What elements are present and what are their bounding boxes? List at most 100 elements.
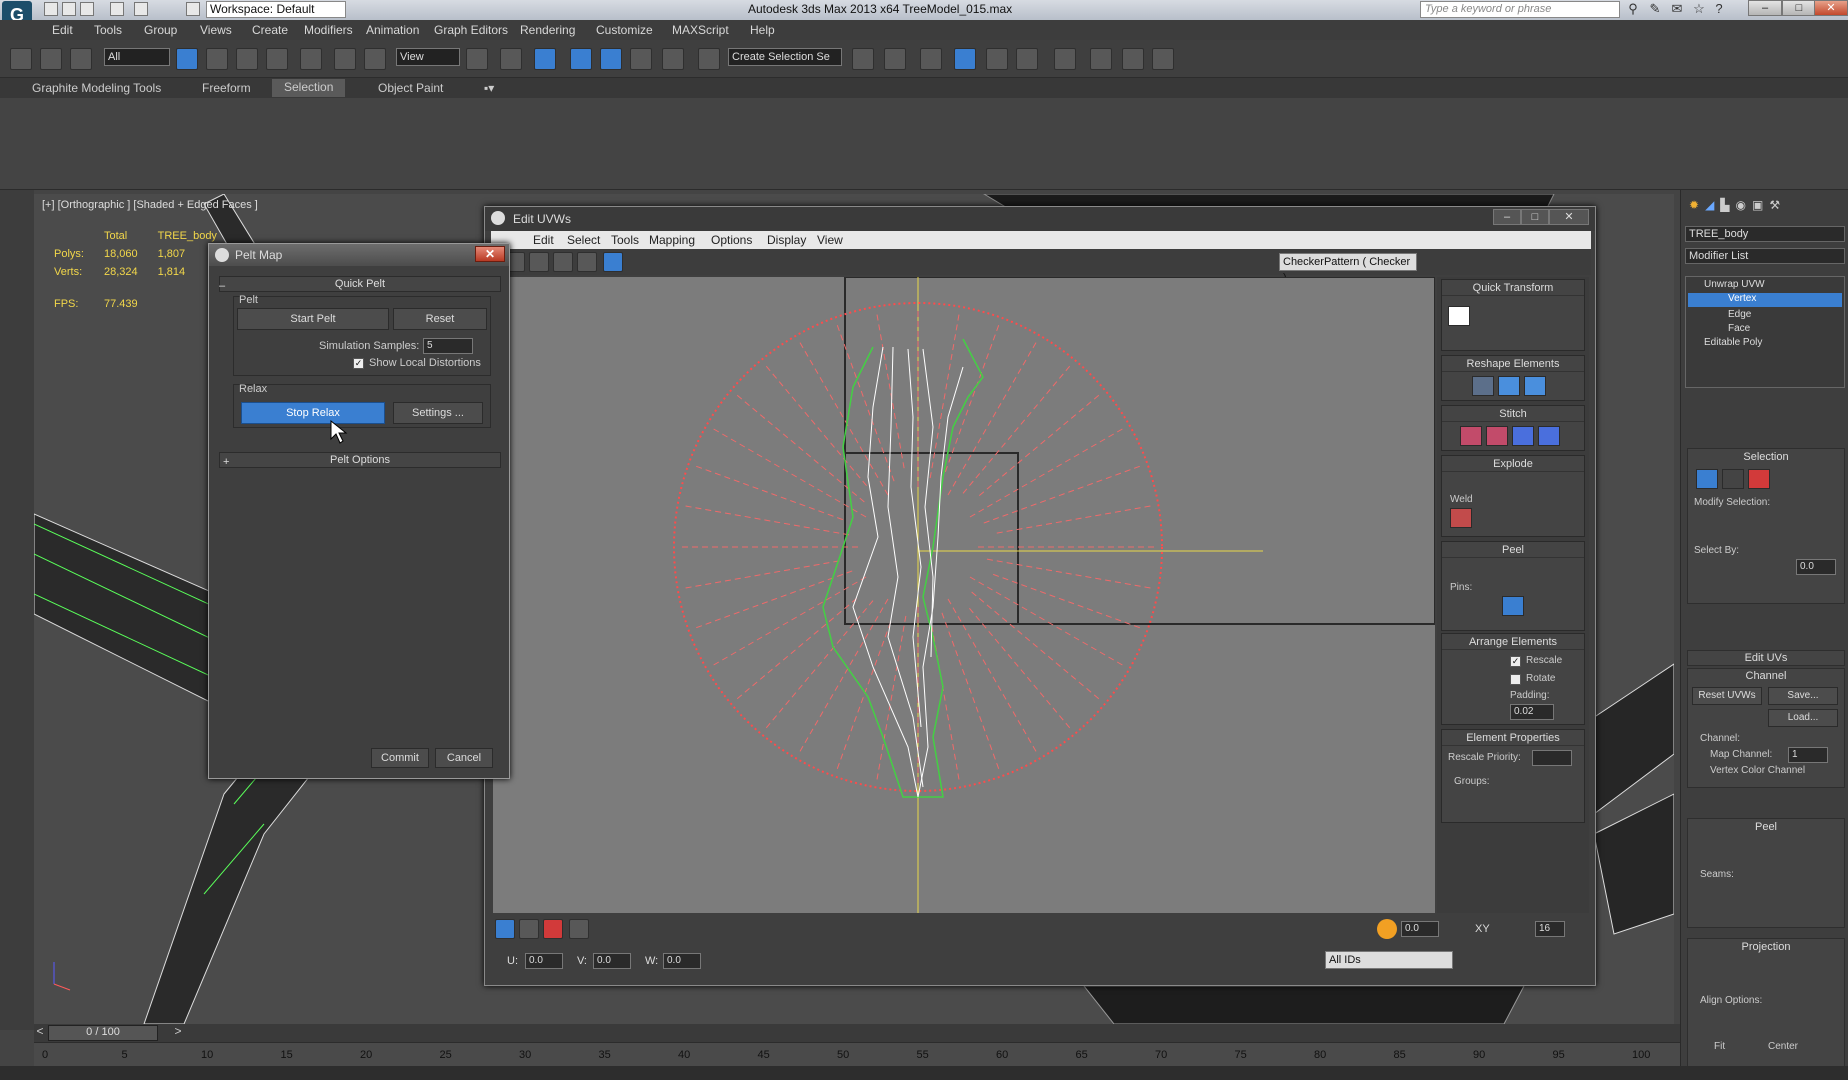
named-selection-dropdown[interactable]: Create Selection Se <box>728 48 842 66</box>
polygon-select-icon[interactable] <box>1748 469 1770 489</box>
uvw-close-button[interactable]: ✕ <box>1549 209 1589 225</box>
soft-selection-spinner[interactable]: 0.0 <box>1401 921 1439 937</box>
unlink-icon[interactable] <box>40 48 62 70</box>
cancel-button[interactable]: Cancel <box>435 748 493 768</box>
uvw-mirror-icon[interactable] <box>603 252 623 272</box>
modify-tab-icon[interactable]: ◢ <box>1705 198 1714 218</box>
menu-views[interactable]: Views <box>200 23 232 37</box>
time-slider[interactable]: < 0 / 100 > <box>34 1024 1680 1042</box>
pivot-center-icon[interactable] <box>466 48 488 70</box>
stitch-to-source-icon[interactable] <box>1486 426 1508 446</box>
rotate-checkbox[interactable] <box>1510 674 1521 685</box>
hierarchy-tab-icon[interactable]: ▙ <box>1720 198 1729 218</box>
binoculars-icon[interactable]: ⚲ <box>1626 2 1640 16</box>
reset-uvws-button[interactable]: Reset UVWs <box>1692 687 1762 705</box>
render-production-icon[interactable] <box>1152 48 1174 70</box>
prev-frame-icon[interactable]: < <box>34 1024 46 1042</box>
modifier-list-dropdown[interactable]: Modifier List <box>1685 248 1845 264</box>
pelt-options-expand-icon[interactable]: + <box>223 456 229 468</box>
menu-rendering[interactable]: Rendering <box>520 23 575 37</box>
w-spinner[interactable]: 0.0 <box>663 953 701 969</box>
open-file-icon[interactable] <box>62 2 76 16</box>
uvw-menu-display[interactable]: Display <box>767 233 806 247</box>
stitch-to-average-icon[interactable] <box>1512 426 1534 446</box>
padding-spinner[interactable]: 0.02 <box>1510 704 1554 720</box>
stop-relax-button[interactable]: Stop Relax <box>241 402 385 424</box>
rotate-icon[interactable] <box>334 48 356 70</box>
uvw-menu-view[interactable]: View <box>817 233 843 247</box>
select-object-icon[interactable] <box>176 48 198 70</box>
uvw-menu-mapping[interactable]: Mapping <box>649 233 695 247</box>
workspace-dropdown[interactable]: Workspace: Default <box>206 1 346 18</box>
region-select-icon[interactable] <box>236 48 258 70</box>
arrange-header[interactable]: Arrange Elements <box>1442 634 1584 650</box>
bind-space-warp-icon[interactable] <box>70 48 92 70</box>
menu-customize[interactable]: Customize <box>596 23 653 37</box>
ids-dropdown[interactable]: All IDs <box>1325 951 1453 969</box>
move-icon[interactable] <box>300 48 322 70</box>
save-file-icon[interactable] <box>80 2 94 16</box>
motion-tab-icon[interactable]: ◉ <box>1736 198 1746 218</box>
snaps-toggle-icon[interactable] <box>570 48 592 70</box>
communication-icon[interactable]: ✉ <box>1670 2 1684 16</box>
quick-transform-header[interactable]: Quick Transform <box>1442 280 1584 296</box>
channel-header[interactable]: Channel <box>1688 670 1844 682</box>
u-spinner[interactable]: 0.0 <box>525 953 563 969</box>
edit-uvs-rollout[interactable]: Edit UVs <box>1687 650 1845 666</box>
save-uvs-button[interactable]: Save... <box>1768 687 1838 705</box>
soft-selection-icon[interactable] <box>1377 919 1397 939</box>
settings-button[interactable]: Settings ... <box>393 402 483 424</box>
edge-mode-icon[interactable] <box>519 919 539 939</box>
map-channel-radio[interactable]: Map Channel: <box>1710 749 1772 760</box>
select-manipulate-icon[interactable] <box>500 48 522 70</box>
straighten-icon[interactable] <box>1472 376 1494 396</box>
peel-header[interactable]: Peel <box>1688 821 1844 833</box>
schematic-view-icon[interactable] <box>1016 48 1038 70</box>
maximize-button[interactable]: □ <box>1782 0 1816 16</box>
mirror-icon[interactable] <box>852 48 874 70</box>
graphite-toggle-icon[interactable] <box>954 48 976 70</box>
texture-dropdown[interactable]: CheckerPattern ( Checker ) <box>1279 253 1417 284</box>
menu-animation[interactable]: Animation <box>366 23 419 37</box>
keyboard-shortcut-override-icon[interactable] <box>534 48 556 70</box>
select-by-name-icon[interactable] <box>206 48 228 70</box>
viewport-label[interactable]: [+] [Orthographic ] [Shaded + Edged Face… <box>42 199 258 211</box>
menu-tools[interactable]: Tools <box>94 23 122 37</box>
favorites-star-icon[interactable]: ☆ <box>1692 2 1706 16</box>
spinner-snap-icon[interactable] <box>662 48 684 70</box>
polygon-mode-icon[interactable] <box>543 919 563 939</box>
vertex-select-icon[interactable] <box>1696 469 1718 489</box>
vertex-color-channel-radio[interactable]: Vertex Color Channel <box>1710 765 1805 776</box>
weld-selected-icon[interactable] <box>1450 508 1472 528</box>
edit-uvs-header[interactable]: Edit UVs <box>1688 652 1844 664</box>
align-to-center-icon[interactable] <box>1448 306 1470 326</box>
center-button[interactable]: Center <box>1768 1041 1798 1052</box>
ribbon-options-icon[interactable]: ▪▾ <box>484 81 494 95</box>
align-icon[interactable] <box>884 48 906 70</box>
uvw-menu-options[interactable]: Options <box>711 233 752 247</box>
uvw-freeform-icon[interactable] <box>553 252 573 272</box>
pelt-close-button[interactable]: ✕ <box>475 246 505 262</box>
load-uvs-button[interactable]: Load... <box>1768 709 1838 727</box>
minimize-button[interactable]: – <box>1748 0 1782 16</box>
menu-modifiers[interactable]: Modifiers <box>304 23 353 37</box>
create-tab-icon[interactable]: ✹ <box>1689 198 1699 218</box>
explode-header[interactable]: Explode <box>1442 456 1584 472</box>
fit-button[interactable]: Fit <box>1714 1041 1725 1052</box>
window-crossing-icon[interactable] <box>266 48 288 70</box>
percent-snap-icon[interactable] <box>630 48 652 70</box>
rendered-frame-icon[interactable] <box>1122 48 1144 70</box>
uvw-menu-edit[interactable]: Edit <box>533 233 554 247</box>
grid-spinner[interactable]: 16 <box>1535 921 1565 937</box>
tab-graphite-modeling-tools[interactable]: Graphite Modeling Tools <box>32 81 161 95</box>
peel-header-uvw[interactable]: Peel <box>1442 542 1584 558</box>
stack-item-unwrap-uvw[interactable]: Unwrap UVW <box>1704 279 1765 290</box>
map-channel-spinner[interactable]: 1 <box>1788 747 1828 763</box>
quick-pelt-collapse-icon[interactable]: – <box>219 280 225 292</box>
select-by-spinner[interactable]: 0.0 <box>1796 559 1836 575</box>
menu-help[interactable]: Help <box>750 23 775 37</box>
element-properties-header[interactable]: Element Properties <box>1442 730 1584 746</box>
quick-pelt-rollout-header[interactable]: Quick Pelt <box>219 276 501 292</box>
reshape-header[interactable]: Reshape Elements <box>1442 356 1584 372</box>
material-editor-icon[interactable] <box>1054 48 1076 70</box>
